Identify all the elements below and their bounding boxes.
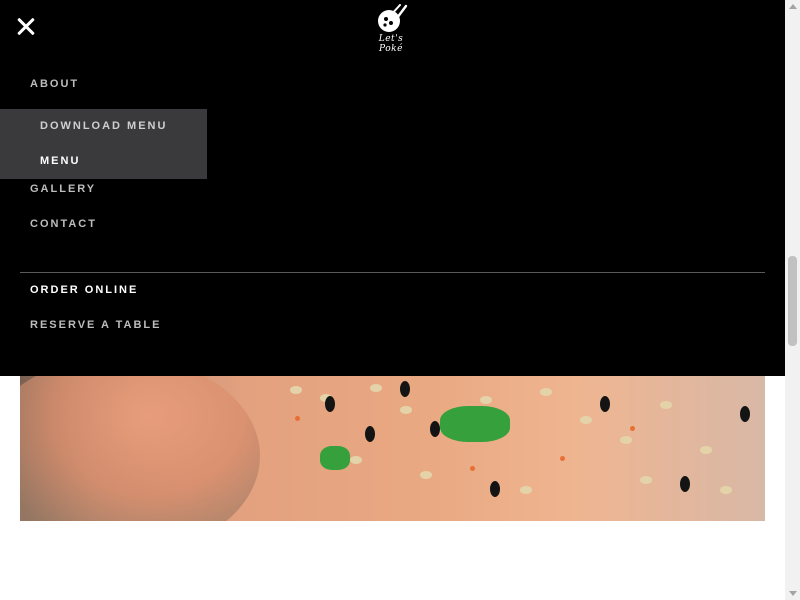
black-sesame bbox=[430, 421, 440, 437]
nav-item-gallery[interactable]: GALLERY bbox=[30, 183, 96, 195]
sesame-seed bbox=[660, 401, 672, 409]
sesame-seed bbox=[520, 486, 532, 494]
nav-item-contact[interactable]: CONTACT bbox=[30, 218, 97, 230]
logo-text: Let's Poké bbox=[378, 34, 404, 54]
black-sesame bbox=[680, 476, 690, 492]
cone-shape bbox=[20, 376, 260, 521]
reserve-table-link[interactable]: RESERVE A TABLE bbox=[30, 319, 161, 331]
order-online-link[interactable]: ORDER ONLINE bbox=[30, 284, 138, 296]
sesame-seed bbox=[480, 396, 492, 404]
sesame-seed bbox=[400, 406, 412, 414]
black-sesame bbox=[365, 426, 375, 442]
page-scrollbar[interactable] bbox=[785, 0, 800, 600]
green-onion bbox=[320, 446, 350, 470]
sesame-seed bbox=[700, 446, 712, 454]
submenu-item-download-menu[interactable]: DOWNLOAD MENU bbox=[40, 120, 167, 132]
sesame-seed bbox=[350, 456, 362, 464]
fish-roe bbox=[295, 416, 300, 421]
submenu-item-menu[interactable]: MENU bbox=[40, 155, 80, 167]
fish-roe bbox=[470, 466, 475, 471]
sesame-seed bbox=[540, 388, 552, 396]
black-sesame bbox=[325, 396, 335, 412]
green-onion bbox=[440, 406, 510, 442]
scrollbar-thumb[interactable] bbox=[788, 256, 797, 346]
nav-divider bbox=[20, 272, 765, 273]
sesame-seed bbox=[580, 416, 592, 424]
sesame-seed bbox=[420, 471, 432, 479]
black-sesame bbox=[490, 481, 500, 497]
hero-food-image bbox=[20, 376, 765, 521]
sesame-seed bbox=[370, 384, 382, 392]
fish-roe bbox=[630, 426, 635, 431]
chopsticks-bowl-logo-icon bbox=[378, 4, 408, 32]
brand-logo[interactable]: Let's Poké bbox=[368, 4, 414, 54]
close-icon[interactable] bbox=[14, 15, 38, 39]
scroll-down-arrow-icon[interactable] bbox=[789, 591, 797, 596]
black-sesame bbox=[740, 406, 750, 422]
nav-overlay: Let's Poké ABOUT DOWNLOAD MENU MENU GALL… bbox=[0, 0, 785, 376]
black-sesame bbox=[600, 396, 610, 412]
black-sesame bbox=[400, 381, 410, 397]
sesame-seed bbox=[640, 476, 652, 484]
sesame-seed bbox=[720, 486, 732, 494]
submenu-menu: DOWNLOAD MENU MENU bbox=[0, 109, 207, 179]
scroll-up-arrow-icon[interactable] bbox=[789, 4, 797, 9]
sesame-seed bbox=[290, 386, 302, 394]
nav-item-about[interactable]: ABOUT bbox=[30, 78, 79, 90]
fish-roe bbox=[560, 456, 565, 461]
sesame-seed bbox=[620, 436, 632, 444]
